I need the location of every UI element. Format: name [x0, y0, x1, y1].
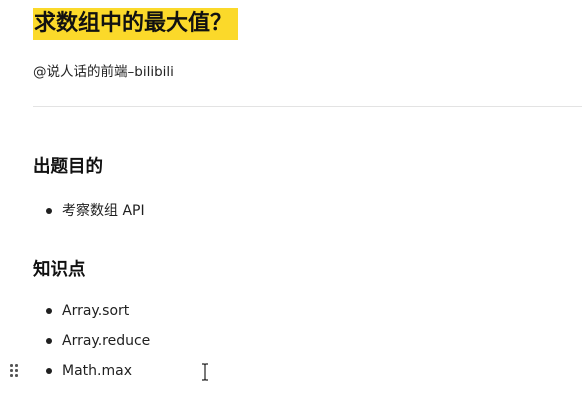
- list-item-label: Math.max: [62, 363, 132, 379]
- list-item-label: Array.sort: [62, 303, 130, 319]
- list-item[interactable]: Array.sort: [33, 300, 150, 330]
- section-heading-purpose[interactable]: 出题目的: [33, 155, 103, 179]
- purpose-list: 考察数组 API: [33, 200, 145, 230]
- divider: [33, 106, 582, 107]
- section-heading-knowledge[interactable]: 知识点: [33, 258, 86, 282]
- list-item[interactable]: Array.reduce: [33, 330, 150, 360]
- bullet-icon: [46, 368, 52, 374]
- list-item[interactable]: Math.max: [33, 360, 150, 390]
- list-item-label: Array.reduce: [62, 333, 151, 349]
- list-item-label: 考察数组 API: [62, 203, 145, 219]
- list-item[interactable]: 考察数组 API: [33, 200, 145, 230]
- bullet-icon: [46, 308, 52, 314]
- page-title[interactable]: 求数组中的最大值？: [33, 8, 239, 40]
- drag-handle-icon[interactable]: [10, 364, 20, 378]
- author-line[interactable]: @说人话的前端–bilibili: [33, 62, 174, 82]
- bullet-icon: [46, 208, 52, 214]
- text-cursor-icon: [202, 363, 208, 381]
- bullet-icon: [46, 338, 52, 344]
- knowledge-list: Array.sort Array.reduce Math.max: [33, 300, 150, 390]
